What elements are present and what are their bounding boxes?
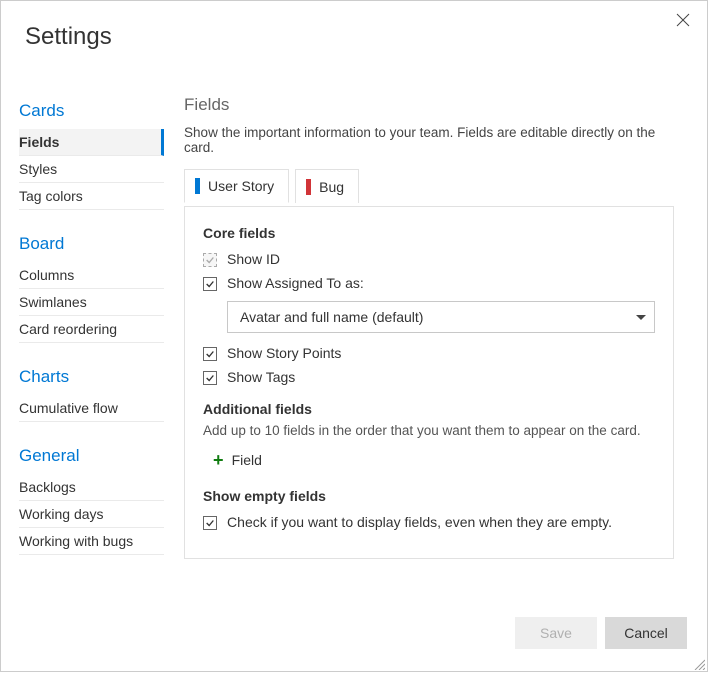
sidebar-item-fields[interactable]: Fields bbox=[19, 129, 164, 156]
check-icon bbox=[205, 373, 215, 383]
sidebar-item-label: Working days bbox=[19, 506, 104, 522]
additional-fields-heading: Additional fields bbox=[203, 401, 655, 417]
work-item-color-icon bbox=[195, 178, 200, 194]
save-button[interactable]: Save bbox=[515, 617, 597, 649]
sidebar-item-cumulative-flow[interactable]: Cumulative flow bbox=[19, 395, 164, 422]
sidebar-item-working-with-bugs[interactable]: Working with bugs bbox=[19, 528, 164, 555]
sidebar-header-board: Board bbox=[19, 228, 164, 262]
checkbox-show-story-points[interactable] bbox=[203, 347, 217, 361]
resize-grip[interactable] bbox=[693, 657, 705, 669]
checkbox-label: Check if you want to display fields, eve… bbox=[227, 514, 612, 530]
assigned-to-select[interactable]: Avatar and full name (default) bbox=[227, 301, 655, 333]
checkbox-label: Show Tags bbox=[227, 369, 295, 385]
sidebar-item-label: Fields bbox=[19, 134, 59, 150]
sidebar-header-charts: Charts bbox=[19, 361, 164, 395]
sidebar-header-cards: Cards bbox=[19, 95, 164, 129]
check-icon bbox=[205, 518, 215, 528]
plus-icon: + bbox=[213, 453, 224, 467]
sidebar-item-label: Swimlanes bbox=[19, 294, 87, 310]
core-fields-heading: Core fields bbox=[203, 225, 655, 241]
sidebar-item-working-days[interactable]: Working days bbox=[19, 501, 164, 528]
sidebar: Cards Fields Styles Tag colors Board Col… bbox=[19, 71, 164, 607]
check-icon bbox=[205, 279, 215, 289]
sidebar-item-backlogs[interactable]: Backlogs bbox=[19, 474, 164, 501]
sidebar-item-swimlanes[interactable]: Swimlanes bbox=[19, 289, 164, 316]
sidebar-item-columns[interactable]: Columns bbox=[19, 262, 164, 289]
sidebar-item-label: Cumulative flow bbox=[19, 400, 118, 416]
cancel-button[interactable]: Cancel bbox=[605, 617, 687, 649]
close-icon bbox=[676, 13, 690, 30]
sidebar-item-label: Styles bbox=[19, 161, 57, 177]
checkbox-label: Show Story Points bbox=[227, 345, 341, 361]
close-button[interactable] bbox=[673, 11, 693, 31]
page-title: Fields bbox=[184, 95, 679, 115]
checkbox-label: Show ID bbox=[227, 251, 280, 267]
tab-label: User Story bbox=[208, 178, 274, 194]
sidebar-item-label: Working with bugs bbox=[19, 533, 133, 549]
checkbox-show-empty-fields[interactable] bbox=[203, 516, 217, 530]
empty-fields-heading: Show empty fields bbox=[203, 488, 655, 504]
add-field-label: Field bbox=[232, 452, 262, 468]
check-icon bbox=[205, 349, 215, 359]
tab-label: Bug bbox=[319, 179, 344, 195]
checkbox-show-id bbox=[203, 253, 217, 267]
sidebar-item-tag-colors[interactable]: Tag colors bbox=[19, 183, 164, 210]
tab-bug[interactable]: Bug bbox=[295, 169, 359, 203]
sidebar-header-general: General bbox=[19, 440, 164, 474]
tab-panel: Core fields Show ID Show Assigned To as:… bbox=[184, 206, 674, 559]
additional-fields-note: Add up to 10 fields in the order that yo… bbox=[203, 423, 655, 438]
sidebar-item-label: Card reordering bbox=[19, 321, 117, 337]
tab-user-story[interactable]: User Story bbox=[184, 169, 289, 203]
add-field-button[interactable]: + Field bbox=[203, 446, 655, 468]
chevron-down-icon bbox=[636, 315, 646, 320]
check-icon bbox=[205, 255, 215, 265]
sidebar-item-card-reordering[interactable]: Card reordering bbox=[19, 316, 164, 343]
checkbox-label: Show Assigned To as: bbox=[227, 275, 364, 291]
tabs: User Story Bug bbox=[184, 169, 679, 203]
checkbox-show-assigned-to[interactable] bbox=[203, 277, 217, 291]
sidebar-item-label: Columns bbox=[19, 267, 74, 283]
sidebar-item-styles[interactable]: Styles bbox=[19, 156, 164, 183]
page-description: Show the important information to your t… bbox=[184, 125, 679, 155]
sidebar-item-label: Tag colors bbox=[19, 188, 83, 204]
work-item-color-icon bbox=[306, 179, 311, 195]
checkbox-show-tags[interactable] bbox=[203, 371, 217, 385]
sidebar-item-label: Backlogs bbox=[19, 479, 76, 495]
select-value: Avatar and full name (default) bbox=[240, 309, 423, 325]
dialog-title: Settings bbox=[1, 1, 707, 71]
